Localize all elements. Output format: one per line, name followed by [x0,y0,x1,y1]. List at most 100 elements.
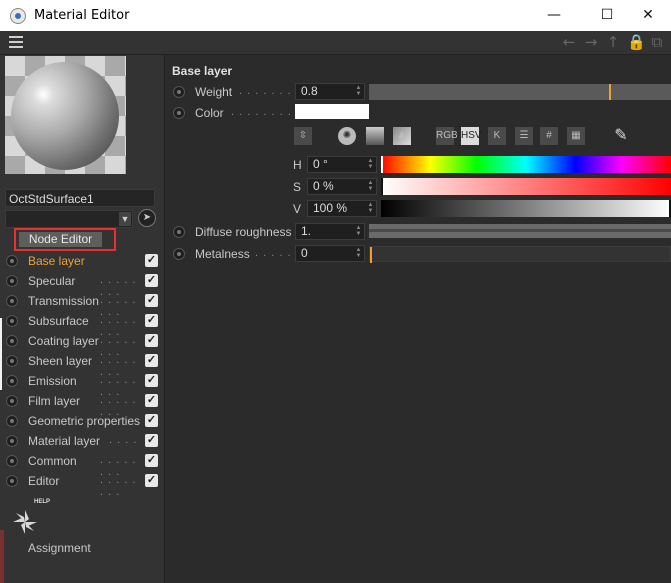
new-window-icon[interactable]: ⧉ [649,33,665,51]
saturation-input[interactable]: 0 % ▲ ▼ [307,178,377,195]
weight-slider[interactable] [369,84,671,100]
animate-radio-icon[interactable] [6,355,18,367]
slider-handle[interactable] [381,178,383,195]
kelvin-button[interactable]: K [488,127,506,145]
layer-checkbox[interactable]: ✓ [145,314,158,327]
slider-handle[interactable] [370,247,372,263]
metalness-slider[interactable] [369,246,671,263]
animate-radio-icon[interactable] [6,255,18,267]
spinner-arrows-icon[interactable]: ▲ ▼ [367,202,374,215]
animate-radio-icon[interactable] [173,248,185,260]
hsv-button[interactable]: HSV [461,127,482,145]
image-icon[interactable]: ⛰ [393,127,411,145]
animate-radio-icon[interactable] [6,395,18,407]
layer-label[interactable]: Subsurface [28,314,89,328]
animate-radio-icon[interactable] [6,435,18,447]
animate-radio-icon[interactable] [6,315,18,327]
material-name-field[interactable]: OctStdSurface1 [5,189,155,207]
spinner-arrows-icon[interactable]: ▲ ▼ [355,247,362,260]
menu-icon[interactable] [9,36,23,48]
spinner-arrows-icon[interactable]: ▲ ▼ [355,225,362,238]
layer-checkbox[interactable]: ✓ [145,334,158,347]
layer-label[interactable]: Emission [28,374,77,388]
layer-checkbox[interactable]: ✓ [145,354,158,367]
minimize-button[interactable]: — [531,0,577,31]
layer-checkbox[interactable]: ✓ [145,374,158,387]
layer-label[interactable]: Common [28,454,77,468]
layer-item[interactable]: Specular. . . . . . . . ✓ [5,271,160,298]
value-input[interactable]: 100 % ▲ ▼ [307,200,377,217]
spinner-arrows-icon[interactable]: ▲ ▼ [367,180,374,193]
help-icon[interactable]: HELP [10,499,50,539]
value-slider[interactable] [381,200,671,217]
rgb-button[interactable]: RGB [436,127,458,145]
layer-item[interactable]: Editor . . . . . . . . ✓ [5,471,160,498]
layer-item[interactable]: Subsurface. . . . . . . . ✓ [5,311,160,338]
spinner-arrows-icon[interactable]: ▲ ▼ [367,158,374,171]
layer-item[interactable]: Sheen layer. . . . . . . . ✓ [5,351,160,378]
color-wheel-icon[interactable]: ✺ [338,127,356,145]
compress-icon[interactable]: ⇳ [294,127,312,145]
maximize-button[interactable]: ☐ [584,0,630,31]
layer-checkbox[interactable]: ✓ [145,434,158,447]
layer-label[interactable]: Specular [28,274,75,288]
animate-radio-icon[interactable] [6,335,18,347]
layer-item[interactable]: Common. . . . . . . . ✓ [5,451,160,478]
mixer-icon[interactable]: ☰ [515,127,533,145]
swatches-grid-icon[interactable]: ▦ [567,127,585,145]
close-button[interactable]: ✕ [625,0,671,31]
back-arrow-icon[interactable]: ← [561,33,577,51]
layer-label[interactable]: Sheen layer [28,354,92,368]
up-arrow-icon[interactable]: ↑ [605,33,621,51]
diffuse-roughness-slider[interactable] [369,224,671,238]
slider-handle[interactable] [381,156,383,173]
layer-checkbox[interactable]: ✓ [145,474,158,487]
node-editor-button[interactable]: Node Editor [19,232,102,247]
animate-radio-icon[interactable] [6,375,18,387]
material-preview[interactable] [5,56,126,174]
weight-input[interactable]: 0.8 ▲ ▼ [295,83,365,100]
layer-checkbox[interactable]: ✓ [145,254,158,267]
animate-radio-icon[interactable] [6,475,18,487]
color-swatch[interactable] [295,104,369,119]
forward-arrow-icon[interactable]: → [583,33,599,51]
layer-label[interactable]: Material layer [28,434,100,448]
metalness-input[interactable]: 0 ▲ ▼ [295,245,365,262]
layer-checkbox[interactable]: ✓ [145,414,158,427]
animate-radio-icon[interactable] [6,455,18,467]
animate-radio-icon[interactable] [173,226,185,238]
animate-radio-icon[interactable] [6,275,18,287]
assignment-tab[interactable]: Assignment [28,541,91,555]
layer-checkbox[interactable]: ✓ [145,394,158,407]
layer-label[interactable]: Editor [28,474,59,488]
layer-checkbox[interactable]: ✓ [145,294,158,307]
material-dropdown[interactable]: ▼ [5,210,133,228]
hue-slider[interactable] [381,156,671,173]
layer-item[interactable]: Material layer . . . . ✓ [5,431,160,451]
layer-item[interactable]: Transmission. . . . . . . . ✓ [5,291,160,318]
layer-label[interactable]: Film layer [28,394,80,408]
diffuse-roughness-input[interactable]: 1. ▲ ▼ [295,223,365,240]
layer-item[interactable]: Emission. . . . . . . . ✓ [5,371,160,398]
hex-button[interactable]: # [540,127,558,145]
layer-item[interactable]: Geometric properties ✓ [5,411,160,431]
pick-arrow-icon[interactable]: ➤ [138,209,156,227]
spectrum-icon[interactable] [366,127,384,145]
chevron-down-icon[interactable]: ▼ [119,212,131,226]
hue-input[interactable]: 0 ° ▲ ▼ [307,156,377,173]
layer-label[interactable]: Base layer [28,254,85,268]
layer-item[interactable]: Film layer. . . . . . . . ✓ [5,391,160,418]
eyedropper-icon[interactable]: ✎ [612,127,630,145]
layer-item[interactable]: Base layer ✓ [5,251,160,271]
animate-radio-icon[interactable] [173,86,185,98]
slider-handle[interactable] [609,84,611,100]
layer-item[interactable]: Coating layer. . . . . . . . ✓ [5,331,160,358]
layer-label[interactable]: Transmission [28,294,99,308]
spinner-arrows-icon[interactable]: ▲ ▼ [355,85,362,98]
layer-label[interactable]: Geometric properties [28,414,140,428]
layer-checkbox[interactable]: ✓ [145,454,158,467]
saturation-slider[interactable] [381,178,671,195]
lock-icon[interactable]: 🔒 [627,33,646,51]
layer-label[interactable]: Coating layer [28,334,99,348]
animate-radio-icon[interactable] [173,107,185,119]
